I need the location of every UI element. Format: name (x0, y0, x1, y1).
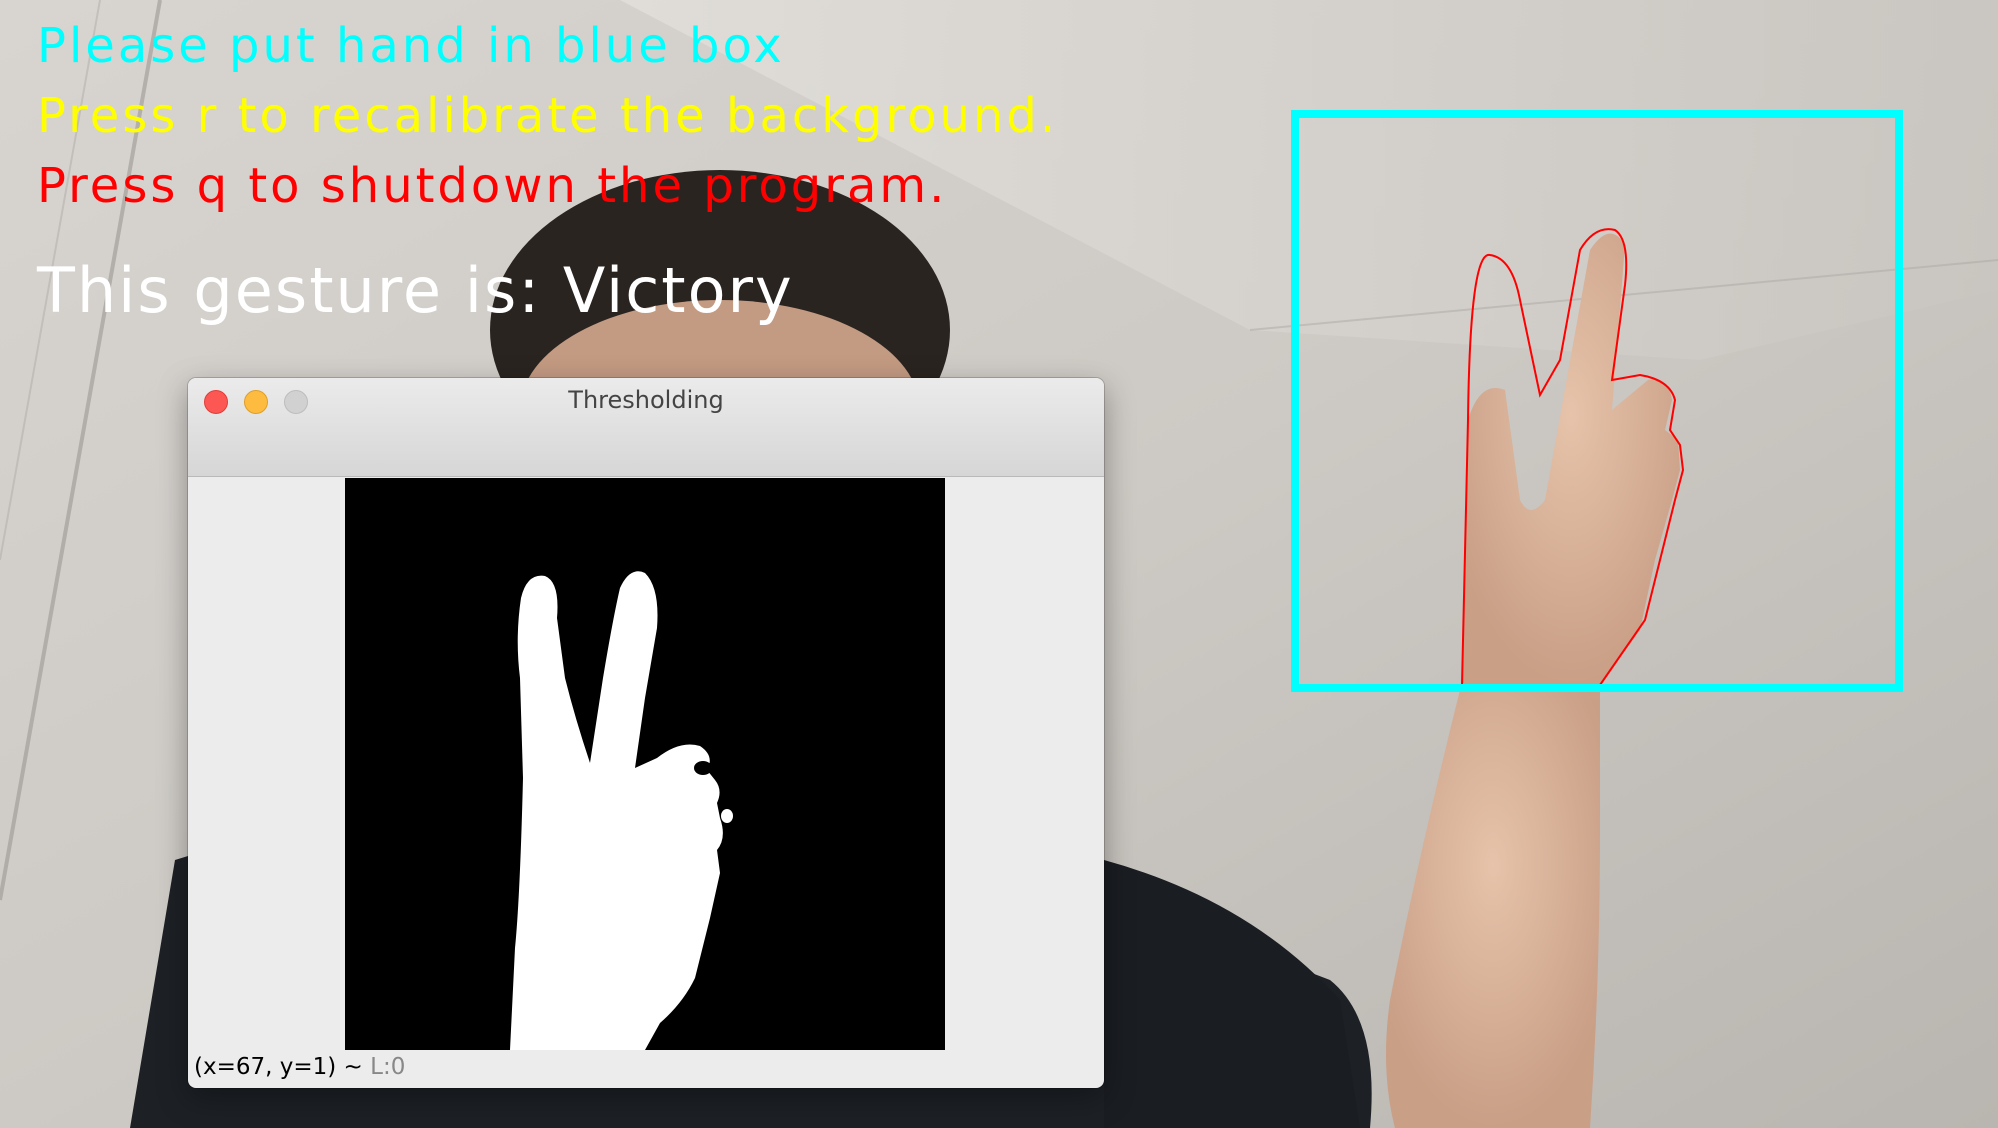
status-bar: (x=67, y=1) ~ L:0 (194, 1054, 405, 1080)
gesture-value: Victory (562, 254, 794, 327)
window-title: Thresholding (568, 386, 724, 414)
recalibrate-hint: Press r to recalibrate the background. (37, 88, 1059, 144)
thresholding-window: Thresholding (x=67, y=1) ~ L:0 (188, 378, 1104, 1088)
window-titlebar[interactable]: Thresholding (188, 378, 1104, 477)
gesture-label: This gesture is: (37, 254, 563, 327)
cursor-coordinates: (x=67, y=1) ~ (194, 1054, 371, 1080)
instruction-text: Please put hand in blue box (37, 18, 785, 74)
threshold-mask-image[interactable] (345, 478, 945, 1050)
toolbar-divider (188, 422, 1104, 423)
gesture-result: This gesture is: Victory (37, 260, 794, 322)
pixel-level: L:0 (370, 1054, 406, 1080)
camera-stage: Please put hand in blue box Press r to r… (0, 0, 1998, 1128)
shutdown-hint: Press q to shutdown the program. (37, 158, 948, 214)
